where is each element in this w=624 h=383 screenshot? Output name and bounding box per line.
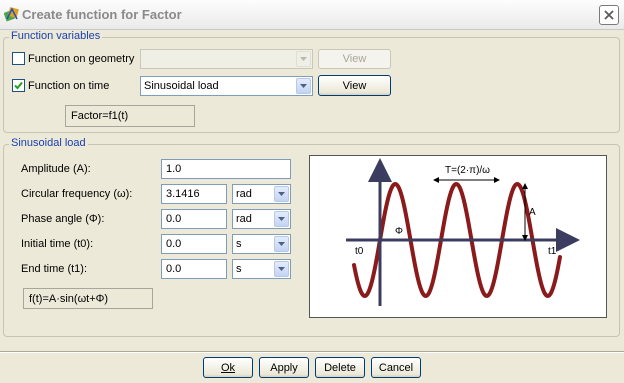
amplitude-input[interactable]: 1.0 [161,159,291,179]
circular-frequency-input[interactable]: 3.1416 [161,184,227,204]
phase-label: Φ [395,226,403,237]
formula-display: f(t)=A·sin(ωt+Φ) [23,288,153,309]
factor-expression: Factor=f1(t) [65,105,195,127]
factor-expression-text: Factor=f1(t) [71,110,129,122]
initial-time-label: Initial time (t0): [21,238,94,250]
circular-frequency-input-value: 3.1416 [166,188,200,200]
geometry-checkbox[interactable] [12,52,25,65]
ok-button[interactable]: Ok [203,357,253,378]
chevron-down-icon[interactable] [274,261,289,277]
initial-time-unit-value: s [236,238,242,250]
phase-angle-input-value: 0.0 [166,213,182,225]
sine-diagram-svg: T=(2·π)/ω A Φ t0 t1 [344,156,580,317]
close-button[interactable] [599,5,619,25]
period-label: T=(2·π)/ω [445,165,490,176]
sinusoidal-load-legend: Sinusoidal load [9,137,88,149]
formula-text: f(t)=A·sin(ωt+Φ) [29,293,109,305]
geometry-view-button[interactable]: View [318,49,391,69]
button-separator [0,351,624,353]
t0-label: t0 [355,246,364,257]
end-time-unit-value: s [236,263,242,275]
function-variables-legend: Function variables [9,30,103,42]
chevron-down-icon [296,51,311,67]
amplitude-label-diagram: A [529,207,536,218]
cancel-button[interactable]: Cancel [371,357,421,378]
initial-time-input[interactable]: 0.0 [161,234,227,254]
geometry-label: Function on geometry [28,53,135,65]
geometry-combo[interactable] [140,49,313,69]
sine-diagram: T=(2·π)/ω A Φ t0 t1 [309,155,607,318]
time-view-button[interactable]: View [318,75,391,96]
chevron-down-icon[interactable] [274,186,289,202]
end-time-unit-combo[interactable]: s [232,259,291,279]
apply-button-label: Apply [270,361,298,374]
window-title: Create function for Factor [22,7,182,22]
phase-angle-label: Phase angle (Φ): [21,213,105,225]
time-checkbox[interactable] [12,79,25,92]
amplitude-label: Amplitude (A): [21,163,91,175]
amplitude-input-value: 1.0 [166,163,182,175]
phase-angle-unit-combo[interactable]: rad [232,209,291,229]
checkmark-icon [14,81,23,90]
end-time-label: End time (t1): [21,263,88,275]
time-function-combo-value: Sinusoidal load [144,80,219,92]
circular-frequency-label: Circular frequency (ω): [21,188,133,200]
close-icon [604,10,614,20]
chevron-down-icon[interactable] [274,236,289,252]
chevron-down-icon[interactable] [274,211,289,227]
ok-button-label: Ok [220,361,236,374]
end-time-input[interactable]: 0.0 [161,259,227,279]
delete-button[interactable]: Delete [315,357,365,378]
end-time-input-value: 0.0 [166,263,182,275]
initial-time-unit-combo[interactable]: s [232,234,291,254]
function-icon [3,6,20,22]
apply-button[interactable]: Apply [259,357,309,378]
phase-angle-unit-value: rad [236,213,252,225]
initial-time-input-value: 0.0 [166,238,182,250]
delete-button-label: Delete [324,361,356,374]
cancel-button-label: Cancel [378,361,414,374]
circular-frequency-unit-value: rad [236,188,252,200]
time-function-combo[interactable]: Sinusoidal load [140,76,313,96]
chevron-down-icon[interactable] [296,78,311,94]
t1-label: t1 [548,246,557,257]
time-label: Function on time [28,80,110,92]
phase-angle-input[interactable]: 0.0 [161,209,227,229]
circular-frequency-unit-combo[interactable]: rad [232,184,291,204]
